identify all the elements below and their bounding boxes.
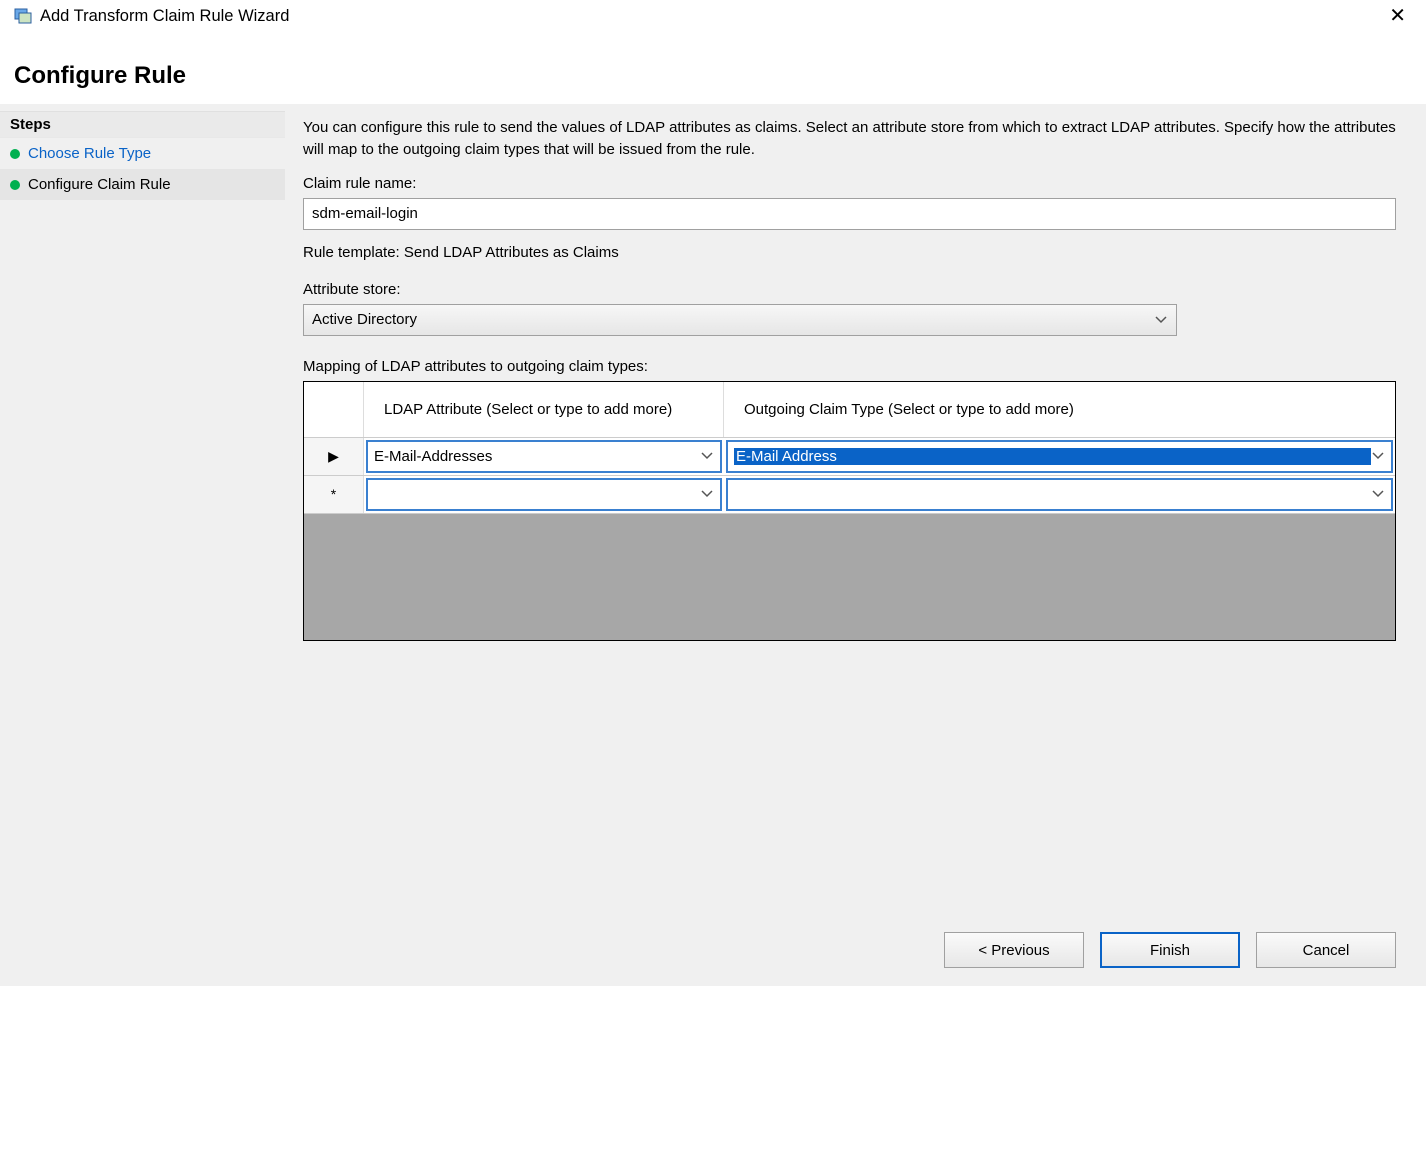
attribute-store-label: Attribute store:	[303, 281, 1396, 298]
outgoing-claim-cell	[724, 476, 1395, 513]
description-text: You can configure this rule to send the …	[303, 117, 1396, 161]
finish-button[interactable]: Finish	[1100, 932, 1240, 968]
ldap-attribute-header: LDAP Attribute (Select or type to add mo…	[364, 382, 724, 437]
rule-template-text: Rule template: Send LDAP Attributes as C…	[303, 244, 1396, 261]
ldap-attribute-cell	[364, 476, 724, 513]
mapping-grid: LDAP Attribute (Select or type to add mo…	[303, 381, 1396, 641]
ldap-attribute-combo[interactable]	[366, 478, 722, 511]
attribute-store-select[interactable]: Active Directory	[303, 304, 1177, 336]
ldap-attribute-combo[interactable]: E-Mail-Addresses	[366, 440, 722, 473]
outgoing-claim-combo[interactable]	[726, 478, 1393, 511]
ldap-attribute-cell: E-Mail-Addresses	[364, 438, 724, 475]
row-indicator[interactable]: ▶	[304, 438, 364, 475]
steps-header: Steps	[0, 111, 285, 138]
mapping-label: Mapping of LDAP attributes to outgoing c…	[303, 358, 1396, 375]
step-configure-claim-rule[interactable]: Configure Claim Rule	[0, 169, 285, 200]
wizard-body: Steps Choose Rule Type Configure Claim R…	[0, 105, 1426, 986]
close-icon[interactable]: ✕	[1383, 6, 1412, 26]
grid-empty-area	[304, 514, 1395, 640]
grid-header-row: LDAP Attribute (Select or type to add mo…	[304, 382, 1395, 438]
step-choose-rule-type[interactable]: Choose Rule Type	[0, 138, 285, 169]
page-title: Configure Rule	[14, 62, 1412, 90]
attribute-store-value: Active Directory	[312, 311, 1154, 328]
claim-rule-name-label: Claim rule name:	[303, 175, 1396, 192]
mapping-row: ▶ E-Mail-Addresses E-Mail Address	[304, 438, 1395, 476]
titlebar: Add Transform Claim Rule Wizard ✕	[0, 0, 1426, 32]
step-label: Choose Rule Type	[28, 145, 151, 162]
steps-sidebar: Steps Choose Rule Type Configure Claim R…	[0, 105, 285, 986]
outgoing-claim-cell: E-Mail Address	[724, 438, 1395, 475]
wizard-icon	[14, 7, 32, 25]
outgoing-claim-value: E-Mail Address	[734, 448, 1371, 465]
wizard-window: Add Transform Claim Rule Wizard ✕ Config…	[0, 0, 1426, 1156]
mapping-row: *	[304, 476, 1395, 514]
step-bullet-icon	[10, 149, 20, 159]
page-header: Configure Rule	[0, 32, 1426, 105]
chevron-down-icon	[1154, 313, 1168, 327]
ldap-attribute-value: E-Mail-Addresses	[374, 448, 700, 465]
step-label: Configure Claim Rule	[28, 176, 171, 193]
row-indicator[interactable]: *	[304, 476, 364, 513]
chevron-down-icon	[700, 487, 714, 501]
chevron-down-icon	[700, 449, 714, 463]
step-bullet-icon	[10, 180, 20, 190]
cancel-button[interactable]: Cancel	[1256, 932, 1396, 968]
chevron-down-icon	[1371, 449, 1385, 463]
row-indicator-header	[304, 382, 364, 437]
outgoing-claim-header: Outgoing Claim Type (Select or type to a…	[724, 382, 1395, 437]
outgoing-claim-combo[interactable]: E-Mail Address	[726, 440, 1393, 473]
button-row: < Previous Finish Cancel	[303, 904, 1396, 968]
claim-rule-name-input[interactable]	[303, 198, 1396, 230]
chevron-down-icon	[1371, 487, 1385, 501]
window-title: Add Transform Claim Rule Wizard	[40, 7, 1383, 26]
previous-button[interactable]: < Previous	[944, 932, 1084, 968]
main-panel: You can configure this rule to send the …	[285, 105, 1426, 986]
